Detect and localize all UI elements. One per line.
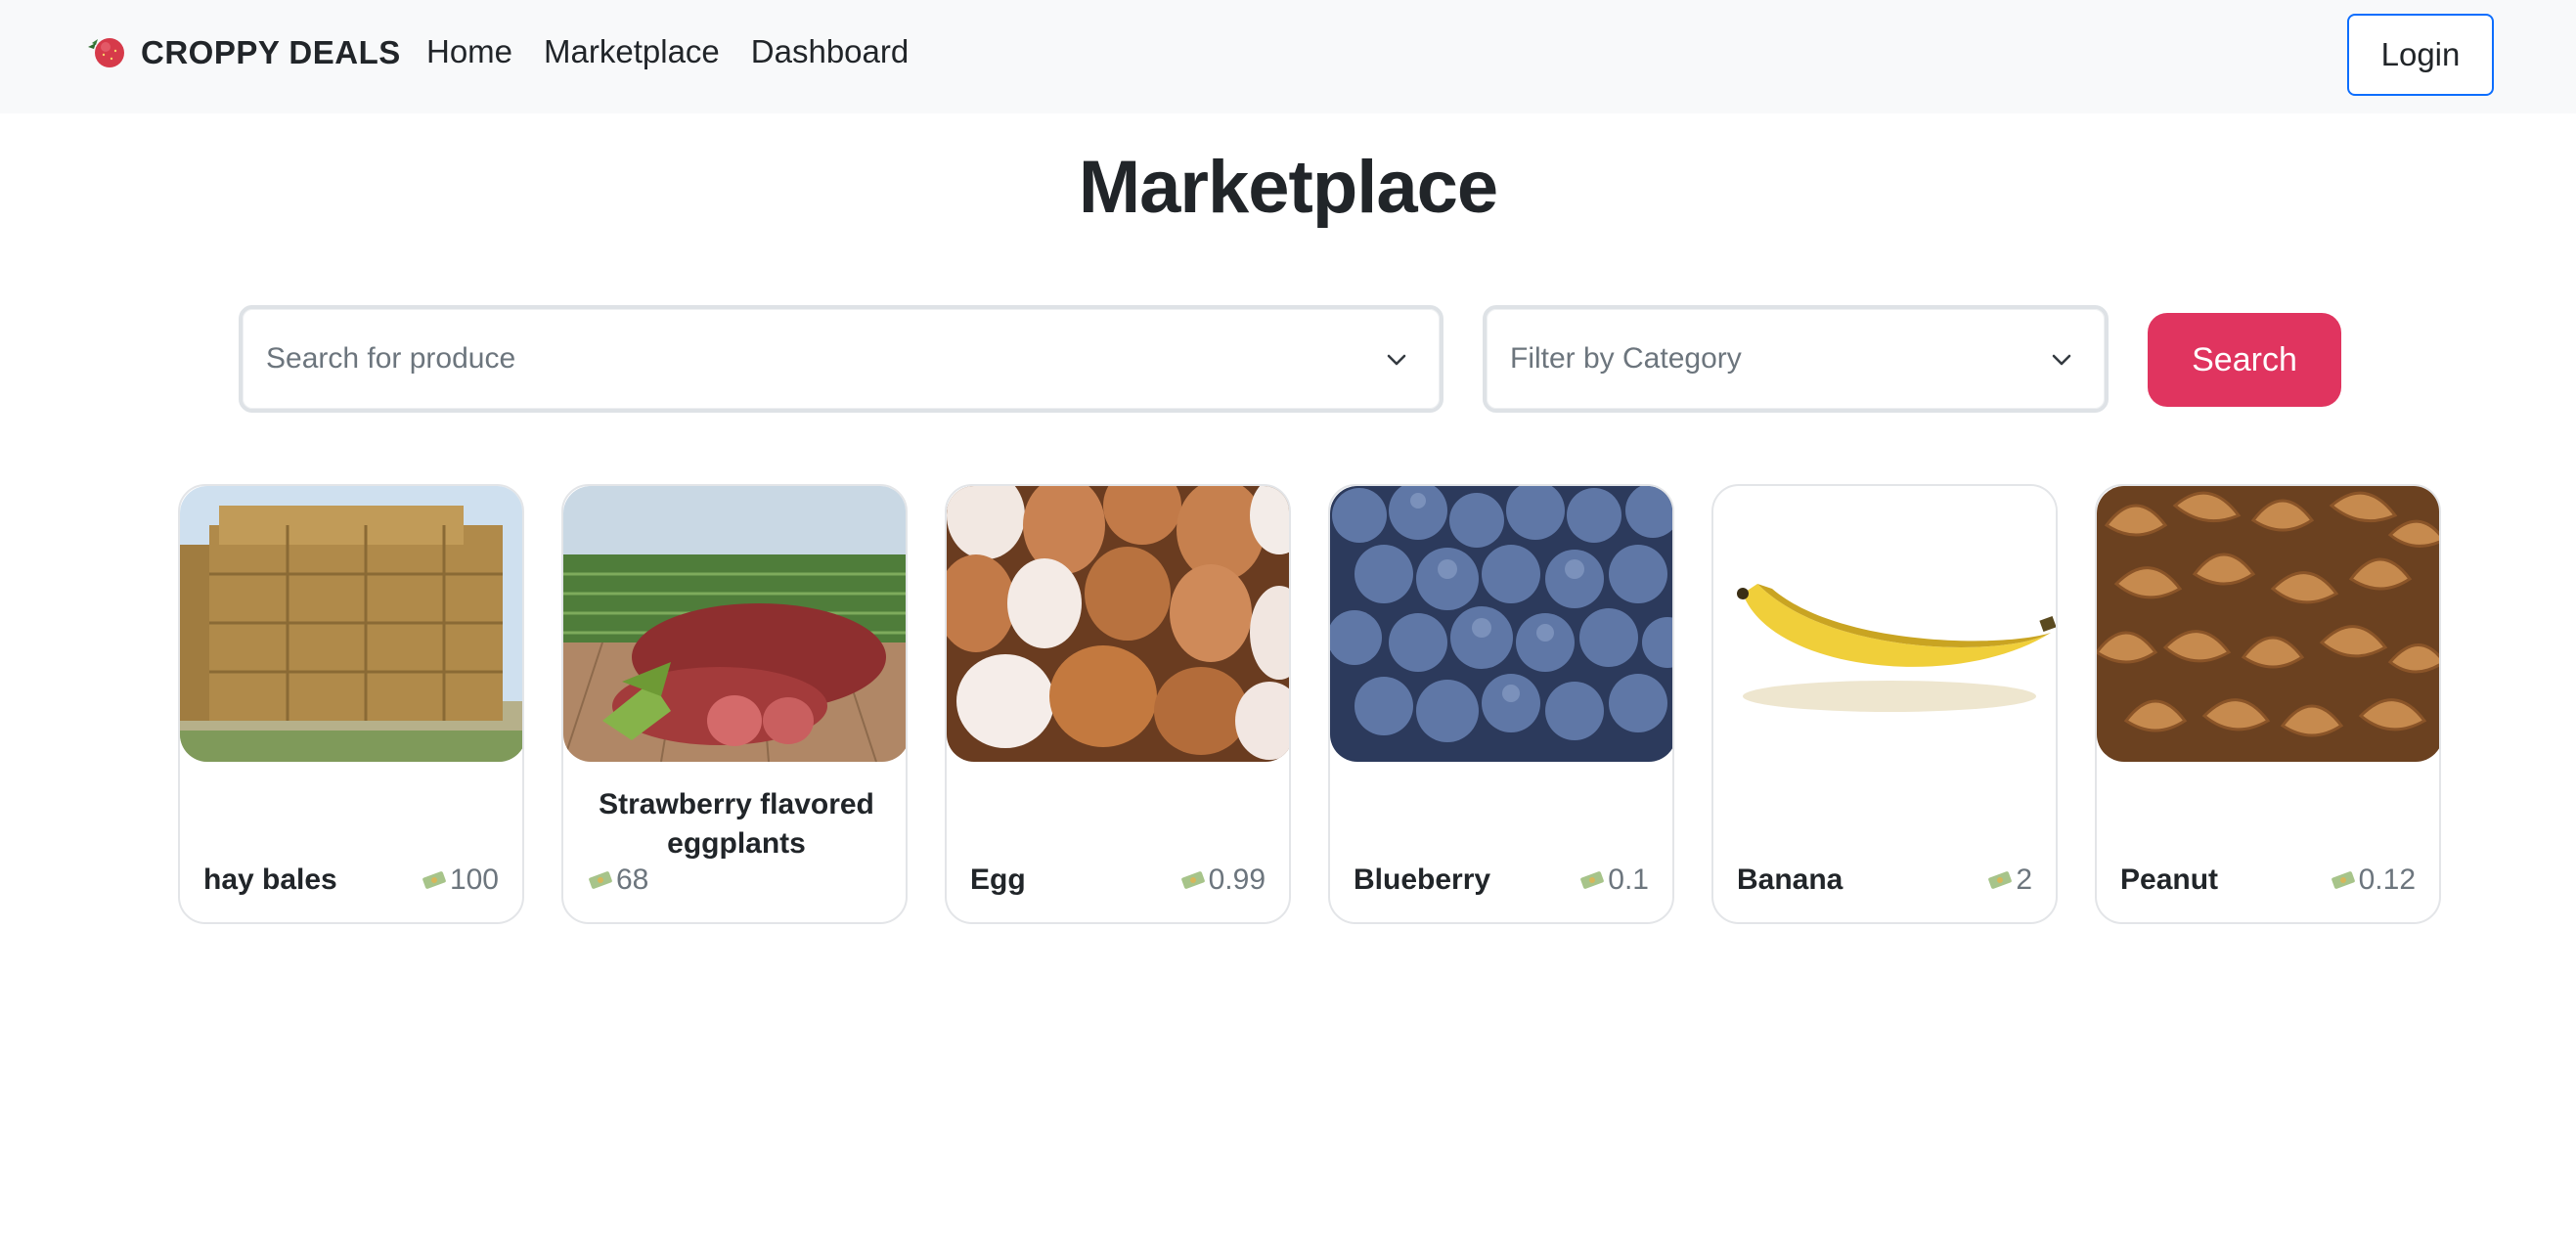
category-filter-select[interactable]: Filter by Category [1483,305,2109,413]
product-name: hay bales [203,864,337,896]
chevron-down-icon [1387,354,1406,366]
product-price-value: 0.1 [1608,864,1649,896]
product-card[interactable]: Banana 2 [1711,484,2058,924]
login-button[interactable]: Login [2347,14,2494,96]
product-card[interactable]: Strawberry flavored eggplants 68 [561,484,908,924]
money-bag-icon [2331,871,2355,889]
product-price: 0.99 [1179,864,1266,897]
product-name: Peanut [2120,864,2219,896]
product-price-value: 0.12 [2358,864,2416,896]
nav-links: Home Marketplace Dashboard [426,33,909,70]
page-title: Marketplace [1078,146,1498,229]
chevron-down-icon [2052,354,2071,366]
search-button[interactable]: Search [2148,313,2341,407]
product-price-value: 68 [616,864,649,896]
money-bag-icon [1580,871,1605,889]
product-price-value: 2 [2016,864,2032,896]
product-card[interactable]: hay bales 100 [178,484,524,924]
product-card[interactable]: Blueberry 0.1 [1328,484,1674,924]
product-name: Banana [1737,864,1843,896]
nav-link-dashboard[interactable]: Dashboard [751,33,909,70]
product-price: 100 [421,864,499,897]
product-image-hay-bales [180,486,522,762]
product-image-eggplants [563,486,906,762]
money-bag-icon [1988,871,2013,889]
brand-name: CROPPY DEALS [141,34,401,70]
product-card[interactable]: Egg 0.99 [945,484,1291,924]
product-card[interactable]: Peanut 0.12 [2095,484,2441,924]
nav-link-marketplace[interactable]: Marketplace [544,33,720,70]
product-price: 2 [1986,864,2032,897]
product-image-blueberry [1330,486,1672,762]
product-image-banana [1713,486,2056,762]
product-image-peanut [2097,486,2439,762]
product-price-value: 0.99 [1208,864,1266,896]
navbar: CROPPY DEALS Home Marketplace Dashboard … [0,0,2576,113]
nav-link-home[interactable]: Home [426,33,512,70]
product-price: 0.12 [2330,864,2416,897]
strawberry-icon [88,38,124,67]
product-image-egg [947,486,1289,762]
search-placeholder: Search for produce [266,342,516,375]
money-bag-icon [589,871,612,889]
brand-link[interactable]: CROPPY DEALS [84,31,401,74]
product-price: 0.1 [1578,864,1649,897]
product-price-value: 100 [449,864,499,896]
search-input[interactable]: Search for produce [239,305,1443,413]
product-price: 68 [587,864,648,897]
product-name: Egg [970,864,1026,896]
filter-placeholder: Filter by Category [1510,342,1742,375]
product-name: Blueberry [1354,864,1491,896]
money-bag-icon [1180,871,1205,889]
product-name: Strawberry flavored eggplants [599,788,874,860]
money-bag-icon [422,871,446,889]
